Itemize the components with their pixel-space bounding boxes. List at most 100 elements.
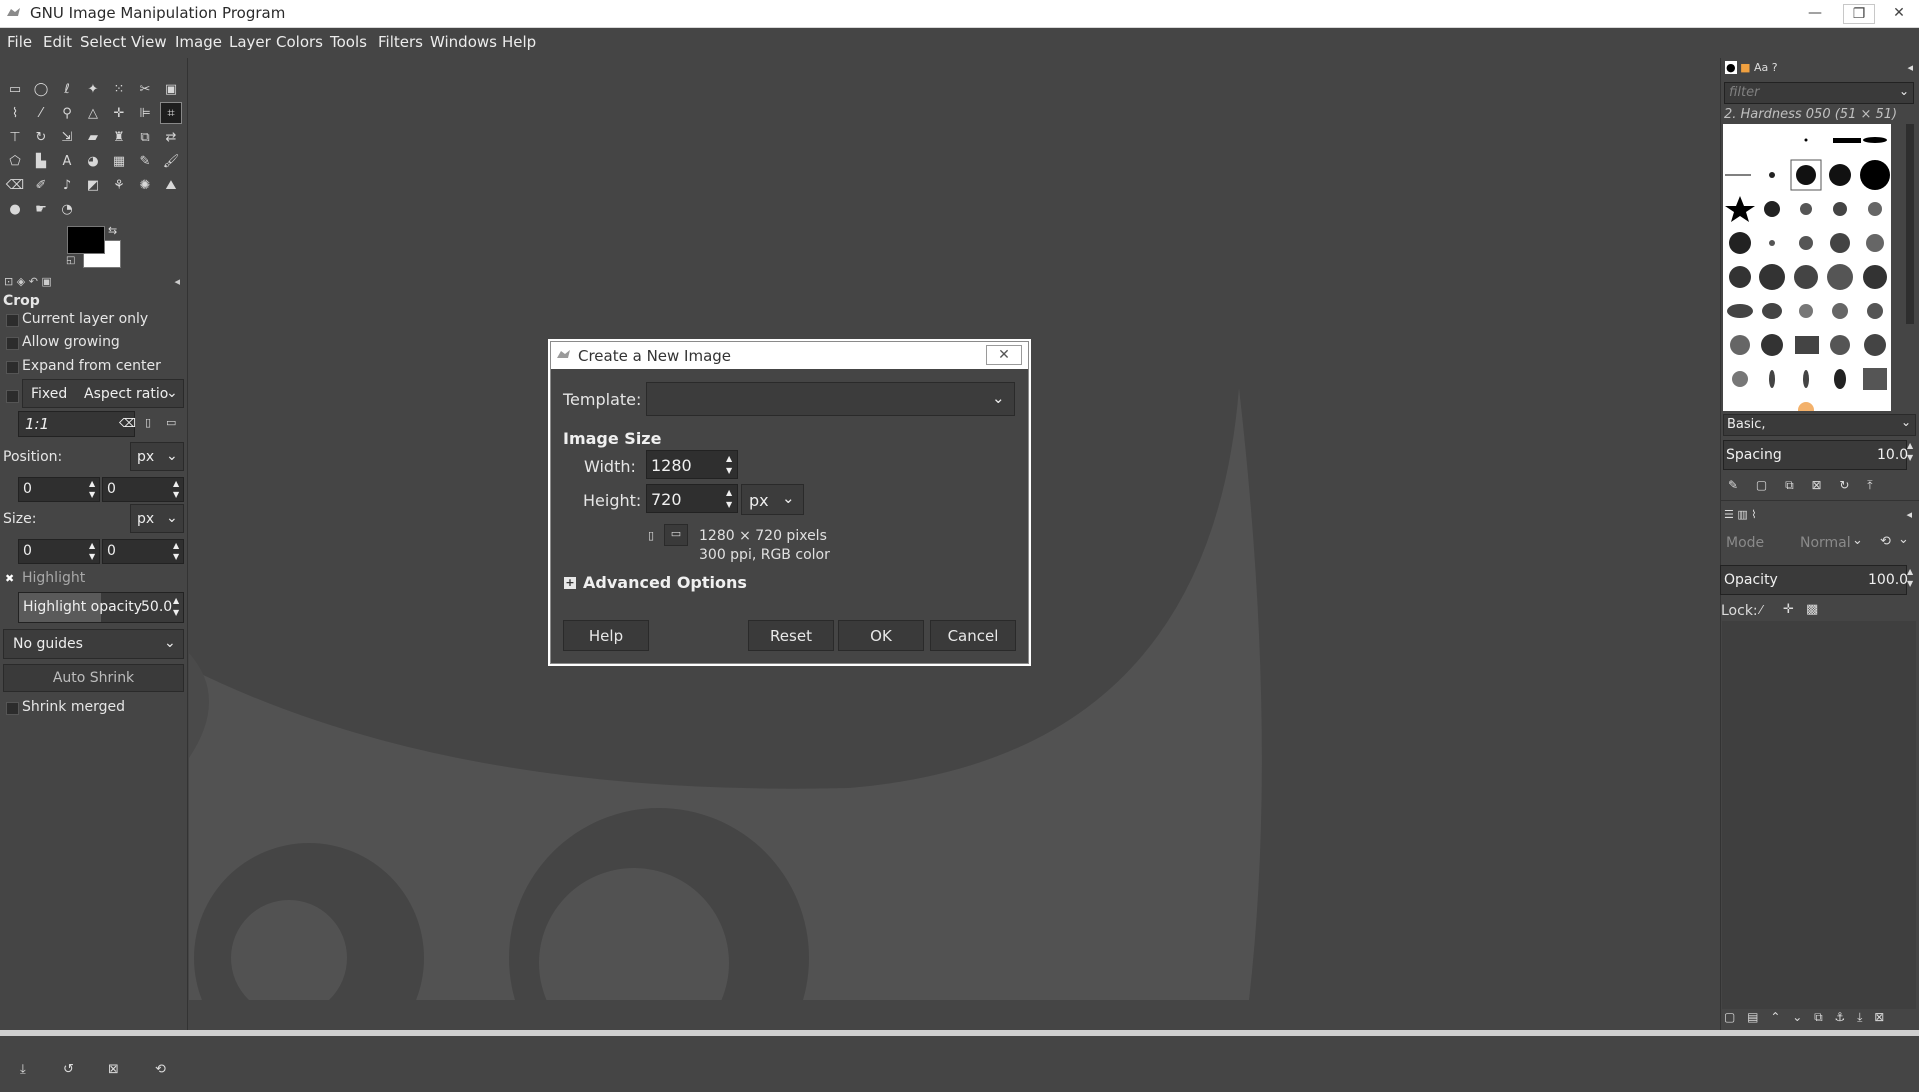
- layers-tab-icon[interactable]: ☰: [1724, 508, 1734, 521]
- restore-icon[interactable]: ❐: [1843, 4, 1875, 24]
- chevron-down-icon[interactable]: ⌄: [1898, 532, 1909, 547]
- zoom-icon[interactable]: ⚲: [56, 102, 78, 124]
- swap-colors-icon[interactable]: ⇆: [108, 224, 117, 237]
- scale-icon[interactable]: ⇲: [56, 126, 78, 148]
- highlight-opacity-slider[interactable]: Highlight opacity 50.0 ▲ ▼: [18, 592, 184, 623]
- perspective-icon[interactable]: ⬠: [4, 150, 26, 172]
- unified-transform-icon[interactable]: ⊤: [4, 126, 26, 148]
- menu-view[interactable]: View: [131, 33, 167, 51]
- spacing-slider[interactable]: Spacing 10.0: [1723, 440, 1908, 470]
- help-button[interactable]: Help: [563, 620, 649, 651]
- new-layer-icon[interactable]: ▢: [1724, 1010, 1735, 1024]
- align-icon[interactable]: ⊫: [134, 102, 156, 124]
- default-colors-icon[interactable]: ◱: [66, 255, 75, 266]
- smudge-icon[interactable]: ☛: [30, 198, 52, 220]
- refresh-brushes-icon[interactable]: ↻: [1839, 478, 1849, 492]
- minimize-icon[interactable]: —: [1800, 4, 1830, 22]
- patterns-tab-icon[interactable]: ■: [1740, 61, 1750, 74]
- menu-windows[interactable]: Windows: [430, 33, 497, 51]
- close-icon[interactable]: ✕: [986, 345, 1022, 365]
- lock-alpha-icon[interactable]: ▩: [1806, 602, 1818, 617]
- layer-mode-reset-icon[interactable]: ⟲: [1880, 534, 1891, 549]
- help-tab-icon[interactable]: ?: [1772, 61, 1778, 74]
- dock-menu-icon[interactable]: ◂: [174, 275, 180, 288]
- spin-arrows-icon[interactable]: ▲ ▼: [726, 487, 732, 511]
- save-preset-icon[interactable]: ⤓: [20, 1062, 26, 1077]
- delete-layer-icon[interactable]: ⊠: [1874, 1010, 1884, 1024]
- free-select-icon[interactable]: ℓ: [56, 78, 78, 100]
- ok-button[interactable]: OK: [838, 620, 924, 651]
- menu-file[interactable]: File: [7, 33, 32, 51]
- color-picker-icon[interactable]: ⁄: [30, 102, 52, 124]
- width-input[interactable]: 1280 ▲ ▼: [646, 450, 738, 479]
- lock-pixels-icon[interactable]: ⁄: [1760, 603, 1762, 617]
- new-brush-icon[interactable]: ▢: [1756, 478, 1767, 492]
- shrink-merged-checkbox[interactable]: [6, 702, 19, 715]
- current-layer-only-checkbox[interactable]: [6, 314, 19, 327]
- warp-icon[interactable]: ♜: [108, 126, 130, 148]
- fill-icon[interactable]: ◕: [82, 150, 104, 172]
- rotate-icon[interactable]: ↻: [30, 126, 52, 148]
- reset-options-icon[interactable]: ⟲: [155, 1062, 166, 1077]
- pencil-icon[interactable]: ✎: [134, 150, 156, 172]
- heal-icon[interactable]: ✺: [134, 174, 156, 196]
- spin-arrows-icon[interactable]: ▲ ▼: [89, 478, 95, 500]
- ink-icon[interactable]: ♪: [56, 174, 78, 196]
- scissors-icon[interactable]: ✂: [134, 78, 156, 100]
- raise-layer-icon[interactable]: ⌃: [1770, 1010, 1780, 1024]
- duplicate-layer-icon[interactable]: ⧉: [1814, 1010, 1823, 1024]
- dock-menu-icon[interactable]: ◂: [1906, 508, 1912, 521]
- highlight-checkbox[interactable]: ✖: [5, 572, 14, 585]
- layer-opacity-slider[interactable]: Opacity 100.0: [1720, 565, 1908, 595]
- flip-icon[interactable]: ⇄: [160, 126, 182, 148]
- paintbrush-icon[interactable]: 🖌: [160, 150, 182, 172]
- layers-list[interactable]: [1722, 621, 1916, 1009]
- size-h-input[interactable]: 0 ▲ ▼: [102, 539, 184, 564]
- cage-icon[interactable]: ⧉: [134, 126, 156, 148]
- images-tab-icon[interactable]: ▣: [41, 275, 51, 288]
- position-unit-combo[interactable]: px ⌄: [130, 442, 184, 471]
- text-icon[interactable]: A: [56, 150, 78, 172]
- menu-help[interactable]: Help: [502, 33, 536, 51]
- spin-arrows-icon[interactable]: ▲ ▼: [173, 540, 179, 562]
- device-status-tab-icon[interactable]: ◈: [17, 275, 25, 288]
- landscape-icon[interactable]: ▭: [166, 416, 176, 429]
- menu-tools[interactable]: Tools: [330, 33, 367, 51]
- duplicate-brush-icon[interactable]: ⧉: [1785, 478, 1794, 492]
- rect-select-icon[interactable]: ▭: [4, 78, 26, 100]
- ellipse-select-icon[interactable]: ◯: [30, 78, 52, 100]
- new-layer-group-icon[interactable]: ▤: [1747, 1010, 1758, 1024]
- open-as-image-icon[interactable]: ⤒: [1867, 478, 1872, 492]
- measure-icon[interactable]: △: [82, 102, 104, 124]
- fonts-tab-icon[interactable]: Aa: [1754, 61, 1768, 74]
- brush-grid-scrollbar[interactable]: [1906, 124, 1914, 324]
- brushes-tab-icon[interactable]: ●: [1725, 61, 1737, 74]
- layer-mode-combo[interactable]: Mode Normal ⌄: [1720, 528, 1870, 558]
- paths-tab-icon[interactable]: ⌇: [1751, 508, 1756, 521]
- guides-combo[interactable]: No guides ⌄: [3, 629, 184, 659]
- tool-options-tab-icon[interactable]: ⊡: [4, 275, 13, 288]
- spin-arrows-icon[interactable]: ▲ ▼: [89, 540, 95, 562]
- reset-button[interactable]: Reset: [748, 620, 834, 651]
- spin-arrows-icon[interactable]: ▲ ▼: [1907, 440, 1913, 464]
- undo-history-tab-icon[interactable]: ↶: [29, 275, 38, 288]
- size-unit-combo[interactable]: px ⌄: [130, 504, 184, 533]
- channels-tab-icon[interactable]: ▥: [1737, 508, 1747, 521]
- brush-preset-combo[interactable]: Basic, ⌄: [1723, 414, 1916, 436]
- mypaint-icon[interactable]: ◩: [82, 174, 104, 196]
- menu-colors[interactable]: Colors: [276, 33, 323, 51]
- spin-arrows-icon[interactable]: ▲ ▼: [173, 595, 179, 619]
- airbrush-icon[interactable]: ✐: [30, 174, 52, 196]
- portrait-icon[interactable]: ▯: [648, 529, 654, 542]
- expand-from-center-checkbox[interactable]: [6, 361, 19, 374]
- fixed-mode-combo[interactable]: Fixed Aspect ratio ⌄: [22, 379, 184, 408]
- auto-shrink-button[interactable]: Auto Shrink: [3, 664, 184, 692]
- height-input[interactable]: 720 ▲ ▼: [646, 484, 738, 513]
- fuzzy-select-icon[interactable]: ✦: [82, 78, 104, 100]
- crop-icon[interactable]: ⌗: [160, 102, 182, 124]
- edit-brush-icon[interactable]: ✎: [1728, 478, 1738, 492]
- menu-select[interactable]: Select: [80, 33, 126, 51]
- delete-preset-icon[interactable]: ⊠: [108, 1062, 119, 1077]
- anchor-layer-icon[interactable]: ⚓: [1835, 1010, 1846, 1024]
- brush-filter-input[interactable]: filter ⌄: [1724, 82, 1914, 104]
